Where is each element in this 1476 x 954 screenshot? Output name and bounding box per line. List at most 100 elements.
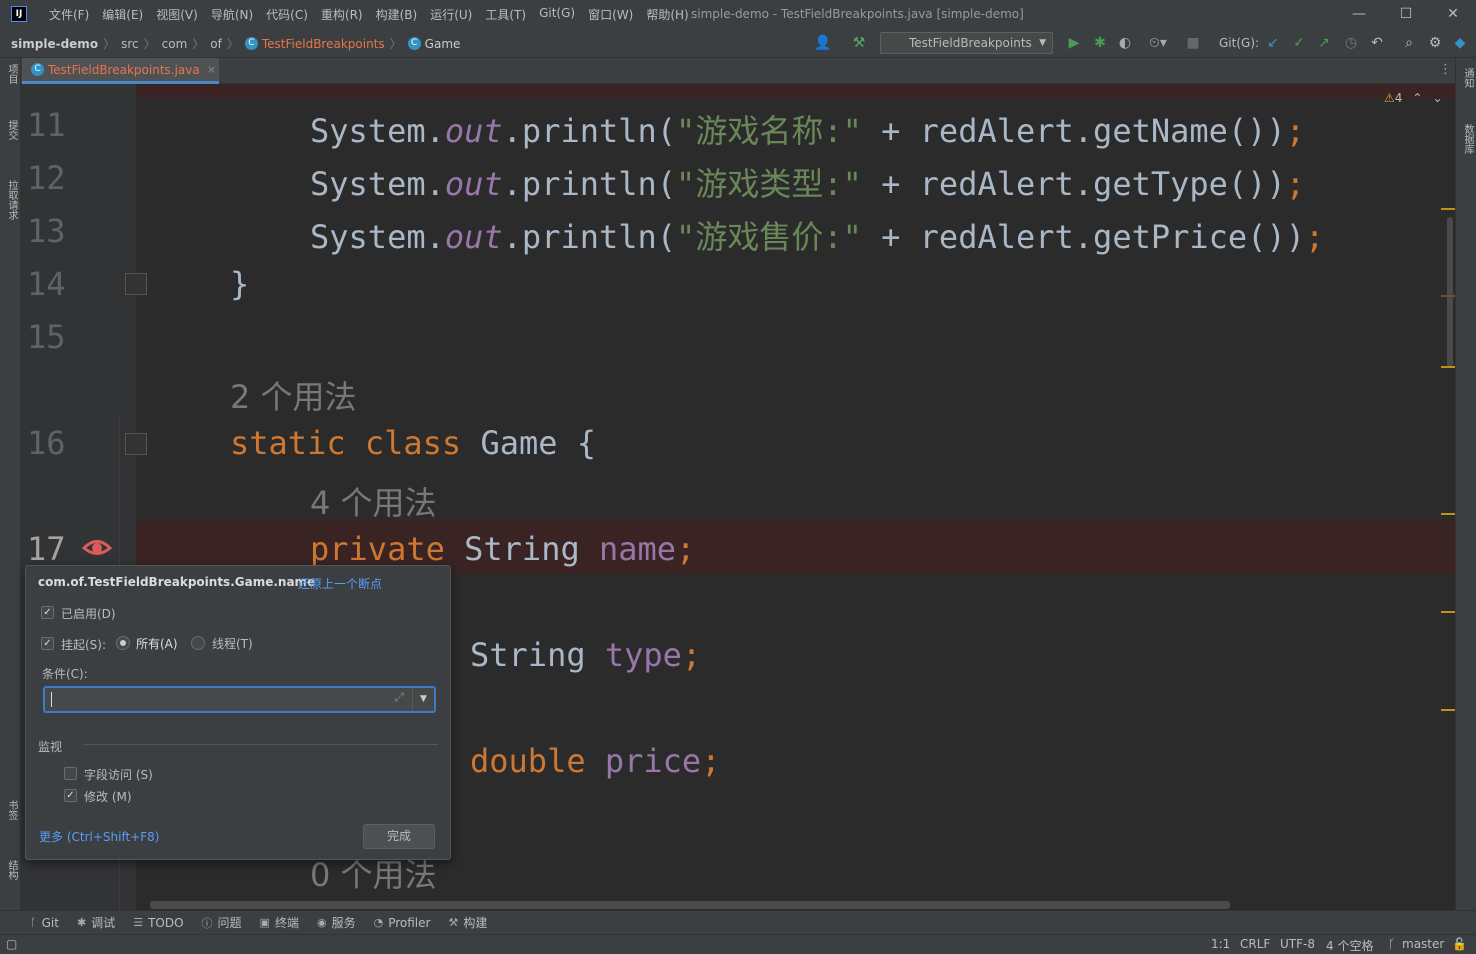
crumb-com[interactable]: com [162,37,188,51]
commit-tool-tab[interactable]: 提交 [4,120,19,140]
menu-run[interactable]: 运行(U) [430,6,472,23]
suspend-checkbox[interactable]: ✓ [41,637,54,650]
fold-end-icon[interactable] [125,273,147,295]
menu-file[interactable]: 文件(F) [49,6,89,23]
run-icon[interactable]: ▶ [1065,34,1083,52]
caret-position[interactable]: 1:1 [1211,937,1230,951]
horizontal-scrollbar[interactable] [150,901,1230,909]
menu-help[interactable]: 帮助(H) [646,6,688,23]
gear-icon[interactable]: ⚙ [1426,34,1444,52]
more-tabs-icon[interactable]: ⋮ [1439,62,1452,77]
enabled-checkbox[interactable]: ✓ [41,606,54,619]
coverage-icon[interactable]: ◐ [1116,34,1134,52]
stop-icon[interactable]: ■ [1184,34,1202,52]
crumb-class[interactable]: TestFieldBreakpoints [262,37,385,51]
warning-stripe[interactable] [1441,611,1455,613]
profile-icon[interactable]: ⏲▾ [1143,34,1173,52]
project-tool-tab[interactable]: 项目 [4,64,19,84]
crumb-inner-class[interactable]: Game [425,37,461,51]
run-config-selector[interactable]: TestFieldBreakpoints ▼ [880,32,1053,54]
tool-debug[interactable]: ✱ 调试 [77,914,115,931]
modification-label: 修改 (M) [84,790,132,804]
suspend-thread-radio[interactable] [191,636,205,650]
warning-count: 4 [1394,91,1403,105]
crumb-of[interactable]: of [210,37,222,51]
warning-stripe[interactable] [1441,366,1455,368]
vertical-scrollbar[interactable] [1447,217,1453,367]
git-icon: ᚴ [30,916,37,929]
fold-start-icon[interactable] [125,433,147,455]
warning-stripe[interactable] [1441,709,1455,711]
rollback-icon[interactable]: ↶ [1368,34,1386,52]
usage-hint[interactable]: 2 个用法 [230,372,357,418]
tool-profiler[interactable]: ◔ Profiler [374,916,431,930]
debug-icon[interactable]: ✱ [1091,34,1109,52]
tool-label: 问题 [217,916,242,930]
tool-label: 终端 [274,916,299,930]
editor-tab[interactable]: C TestFieldBreakpoints.java × [22,58,219,84]
menu-view[interactable]: 视图(V) [156,6,198,23]
bookmarks-tool-tab[interactable]: 书签 [4,800,19,820]
expand-icon[interactable]: ⤢ [394,690,404,705]
suspend-all-radio[interactable] [116,636,130,650]
chevron-right-icon: 〉 [192,37,205,51]
git-push-icon[interactable]: ↗ [1315,34,1333,52]
menu-git[interactable]: Git(G) [539,6,575,23]
crumb-project[interactable]: simple-demo [11,37,98,51]
menu-window[interactable]: 窗口(W) [588,6,633,23]
close-tab-icon[interactable]: × [207,63,216,76]
done-button[interactable]: 完成 [363,824,435,849]
hammer-build-icon[interactable]: ⚒ [850,34,868,52]
menu-edit[interactable]: 编辑(E) [102,6,143,23]
more-settings-link[interactable]: 更多 (Ctrl+Shift+F8) [39,828,159,845]
warning-indicator[interactable]: ⚠4 ⌃ ⌄ [1384,91,1443,105]
breakpoint-stripe[interactable] [1441,295,1455,297]
tool-terminal[interactable]: ▣ 终端 [260,914,299,931]
tool-windows-toggle-icon[interactable]: ▢ [6,937,17,951]
line-number: 11 [27,106,66,144]
intellij-logo-icon[interactable]: IJ [11,6,27,22]
tool-build[interactable]: ⚒ 构建 [448,914,487,931]
field-breakpoint-icon[interactable] [82,535,112,559]
code-with-me-icon[interactable]: ◆ [1451,34,1469,52]
menu-code[interactable]: 代码(C) [266,6,308,23]
pull-requests-tool-tab[interactable]: 拉取请求 [4,180,19,220]
restore-previous-breakpoint-link[interactable]: 还原上一个断点 [298,575,382,592]
structure-tool-tab[interactable]: 结构 [4,860,19,880]
enabled-label: 已启用(D) [61,607,116,621]
menu-navigate[interactable]: 导航(N) [211,6,253,23]
tool-services[interactable]: ◉ 服务 [317,914,356,931]
tool-git[interactable]: ᚴ Git [30,916,59,930]
warning-stripe[interactable] [1441,513,1455,515]
maximize-button[interactable]: ☐ [1396,4,1416,24]
file-encoding[interactable]: UTF-8 [1280,937,1315,951]
modification-checkbox[interactable]: ✓ [64,789,77,802]
tool-todo[interactable]: ☰ TODO [133,916,183,930]
chevron-down-icon[interactable]: ⌄ [1432,91,1442,105]
warning-stripe[interactable] [1441,208,1455,210]
usage-hint[interactable]: 4 个用法 [310,478,437,524]
history-icon[interactable]: ◷ [1342,34,1360,52]
database-tool-tab[interactable]: 数据库 [1460,124,1475,154]
field-access-checkbox[interactable] [64,767,77,780]
menu-tools[interactable]: 工具(T) [485,6,526,23]
chevron-down-icon[interactable]: ▼ [412,688,434,711]
notifications-tool-tab[interactable]: 通知 [1460,68,1475,88]
crumb-src[interactable]: src [121,37,139,51]
git-commit-icon[interactable]: ✓ [1290,34,1308,52]
indent-setting[interactable]: 4 个空格 [1326,937,1373,954]
condition-input[interactable]: ⤢ ▼ [43,686,436,713]
minimize-button[interactable]: — [1349,4,1369,24]
menu-refactor[interactable]: 重构(R) [321,6,363,23]
tool-problems[interactable]: ⓘ 问题 [202,914,242,931]
git-update-icon[interactable]: ↙ [1264,34,1282,52]
code-line-12: System.out.println("游戏类型:" + redAlert.ge… [310,165,1305,203]
chevron-up-icon[interactable]: ⌃ [1412,91,1422,105]
lock-icon[interactable]: 🔓 [1452,937,1467,951]
search-icon[interactable]: ⌕ [1400,34,1418,52]
user-icon[interactable]: 👤 [810,34,836,52]
line-separator[interactable]: CRLF [1240,937,1270,951]
close-window-button[interactable]: ✕ [1443,4,1463,24]
menu-build[interactable]: 构建(B) [376,6,418,23]
git-branch[interactable]: master [1402,937,1444,951]
